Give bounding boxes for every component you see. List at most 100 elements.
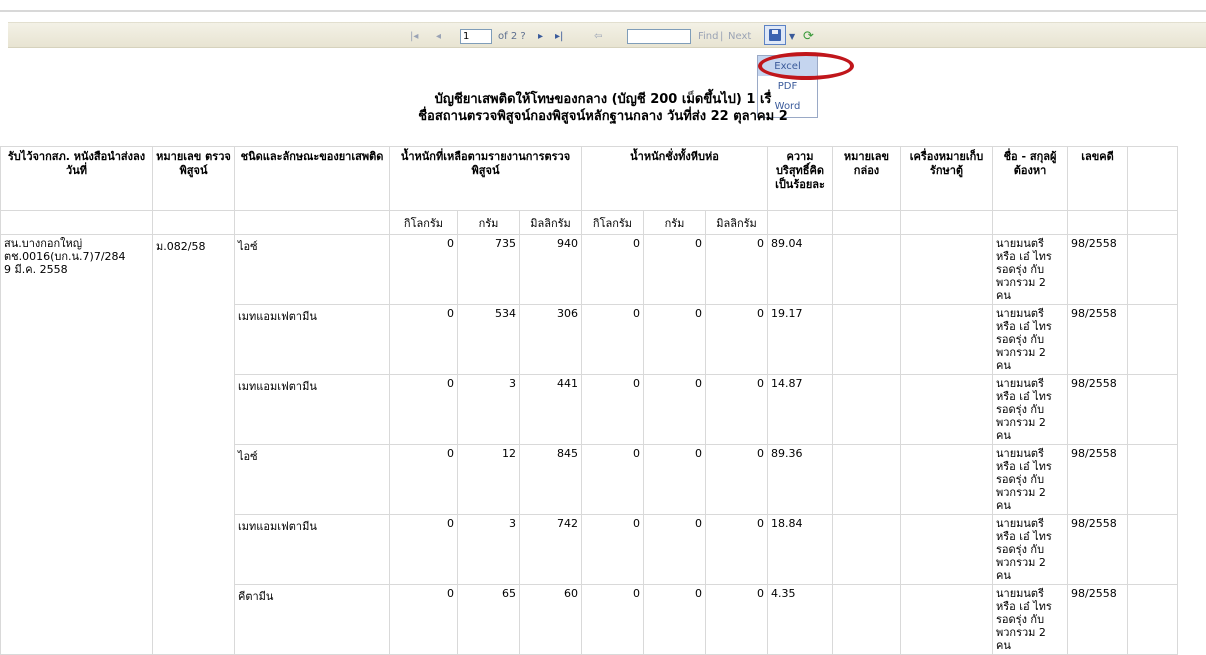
- case-cell: 98/2558: [1067, 584, 1128, 655]
- g-remaining-cell: 12: [457, 444, 520, 515]
- storage-cell: [900, 514, 993, 585]
- kg-total-cell: 0: [581, 374, 644, 445]
- kg-remaining-cell: 0: [389, 304, 458, 375]
- suspect-cell: นายมนตรี หรือ เอ๋ ไทรรอดรุ่ง กับ พวกรวม …: [992, 374, 1068, 445]
- drug-cell: ไอซ์: [234, 444, 390, 515]
- report-table: รับไว้จากสภ. หนังสือนำส่งลงวันที่ หมายเล…: [0, 146, 1178, 655]
- storage-cell: [900, 444, 993, 515]
- purity-cell: 89.36: [767, 444, 833, 515]
- header-received: รับไว้จากสภ. หนังสือนำส่งลงวันที่: [0, 146, 153, 211]
- kg-remaining-cell: 0: [389, 584, 458, 655]
- page-total-label: of 2 ?: [498, 30, 526, 42]
- header-box-no: หมายเลขกล่อง: [832, 146, 901, 211]
- subheader-kg: กิโลกรัม: [389, 210, 458, 235]
- header-exam-no: หมายเลข ตรวจพิสูจน์: [152, 146, 235, 211]
- save-disk-icon: [769, 29, 781, 41]
- mg-remaining-cell: 940: [519, 234, 582, 305]
- header-drug-type: ชนิดและลักษณะของยาเสพติด: [234, 146, 390, 211]
- g-total-cell: 0: [643, 234, 706, 305]
- date-text: 9 มี.ค. 2558: [4, 263, 68, 276]
- kg-total-cell: 0: [581, 514, 644, 585]
- suspect-cell: นายมนตรี หรือ เอ๋ ไทรรอดรุ่ง กับ พวกรวม …: [992, 304, 1068, 375]
- mg-remaining-cell: 742: [519, 514, 582, 585]
- g-total-cell: 0: [643, 584, 706, 655]
- box-cell: [832, 444, 901, 515]
- case-cell: 98/2558: [1067, 374, 1128, 445]
- kg-total-cell: 0: [581, 304, 644, 375]
- drug-cell: เมทแอมเฟตามีน: [234, 304, 390, 375]
- g-remaining-cell: 3: [457, 514, 520, 585]
- kg-remaining-cell: 0: [389, 514, 458, 585]
- purity-cell: 14.87: [767, 374, 833, 445]
- g-remaining-cell: 735: [457, 234, 520, 305]
- next-link[interactable]: Next: [728, 23, 751, 49]
- header-suspect: ชื่อ - สกุลผู้ต้องหา: [992, 146, 1068, 211]
- box-cell: [832, 514, 901, 585]
- subheader-mg: มิลลิกรัม: [519, 210, 582, 235]
- mg-remaining-cell: 60: [519, 584, 582, 655]
- kg-remaining-cell: 0: [389, 444, 458, 515]
- subheader-mg: มิลลิกรัม: [705, 210, 768, 235]
- kg-remaining-cell: 0: [389, 234, 458, 305]
- mg-total-cell: 0: [705, 514, 768, 585]
- kg-total-cell: 0: [581, 584, 644, 655]
- first-page-icon[interactable]: |◂: [410, 23, 418, 49]
- export-button[interactable]: [764, 25, 786, 45]
- storage-cell: [900, 304, 993, 375]
- suspect-cell: นายมนตรี หรือ เอ๋ ไทรรอดรุ่ง กับ พวกรวม …: [992, 444, 1068, 515]
- red-highlight-ellipse: [758, 52, 854, 80]
- report-toolbar: |◂ ◂ of 2 ? ▸ ▸| ⇦ Find | Next ▼ ⟳: [8, 22, 1206, 48]
- kg-remaining-cell: 0: [389, 374, 458, 445]
- kg-total-cell: 0: [581, 444, 644, 515]
- case-cell: 98/2558: [1067, 304, 1128, 375]
- purity-cell: 19.17: [767, 304, 833, 375]
- purity-cell: 4.35: [767, 584, 833, 655]
- g-total-cell: 0: [643, 374, 706, 445]
- header-overflow: [1127, 146, 1178, 211]
- suspect-cell: นายมนตรี หรือ เอ๋ ไทรรอดรุ่ง กับ พวกรวม …: [992, 584, 1068, 655]
- mg-remaining-cell: 441: [519, 374, 582, 445]
- mg-remaining-cell: 845: [519, 444, 582, 515]
- box-cell: [832, 584, 901, 655]
- mg-total-cell: 0: [705, 234, 768, 305]
- subheader-g: กรัม: [457, 210, 520, 235]
- refresh-icon[interactable]: ⟳: [803, 23, 814, 49]
- case-cell: 98/2558: [1067, 444, 1128, 515]
- subheader-row: กิโลกรัม กรัม มิลลิกรัม กิโลกรัม กรัม มิ…: [0, 210, 1178, 235]
- header-remaining-weight: น้ำหนักที่เหลือตามรายงานการตรวจพิสูจน์: [389, 146, 582, 211]
- back-to-parent-icon[interactable]: ⇦: [594, 23, 602, 49]
- g-remaining-cell: 3: [457, 374, 520, 445]
- storage-cell: [900, 374, 993, 445]
- next-page-icon[interactable]: ▸: [538, 23, 543, 49]
- drug-cell: เมทแอมเฟตามีน: [234, 374, 390, 445]
- drug-cell: ไอซ์: [234, 234, 390, 305]
- header-row: รับไว้จากสภ. หนังสือนำส่งลงวันที่ หมายเล…: [0, 146, 1178, 211]
- page-number-input[interactable]: [460, 29, 492, 44]
- mg-total-cell: 0: [705, 444, 768, 515]
- find-link[interactable]: Find: [698, 23, 719, 49]
- mg-total-cell: 0: [705, 304, 768, 375]
- find-separator: |: [720, 30, 724, 42]
- g-total-cell: 0: [643, 514, 706, 585]
- storage-cell: [900, 234, 993, 305]
- g-remaining-cell: 65: [457, 584, 520, 655]
- report-title-line2: ชื่อสถานตรวจพิสูจน์กองพิสูจน์หลักฐานกลาง…: [418, 109, 788, 124]
- last-page-icon[interactable]: ▸|: [555, 23, 563, 49]
- storage-cell: [900, 584, 993, 655]
- export-dropdown-arrow-icon[interactable]: ▼: [789, 23, 795, 49]
- subheader-g: กรัม: [643, 210, 706, 235]
- header-total-weight: น้ำหนักชั่งทั้งหีบห่อ: [581, 146, 768, 211]
- header-case-no: เลขคดี: [1067, 146, 1128, 211]
- case-cell: 98/2558: [1067, 234, 1128, 305]
- top-divider: [0, 10, 1206, 12]
- box-cell: [832, 304, 901, 375]
- previous-page-icon[interactable]: ◂: [436, 23, 441, 49]
- purity-cell: 18.84: [767, 514, 833, 585]
- drug-cell: คีตามีน: [234, 584, 390, 655]
- find-text-input[interactable]: [627, 29, 691, 44]
- mg-total-cell: 0: [705, 584, 768, 655]
- mg-total-cell: 0: [705, 374, 768, 445]
- table-row: สน.บางกอกใหญ่ ตช.0016(บก.น.7)7/284 9 มี.…: [0, 234, 1178, 655]
- header-storage: เครื่องหมายเก็บรักษาตู้: [900, 146, 993, 211]
- station-text: สน.บางกอกใหญ่: [4, 237, 83, 250]
